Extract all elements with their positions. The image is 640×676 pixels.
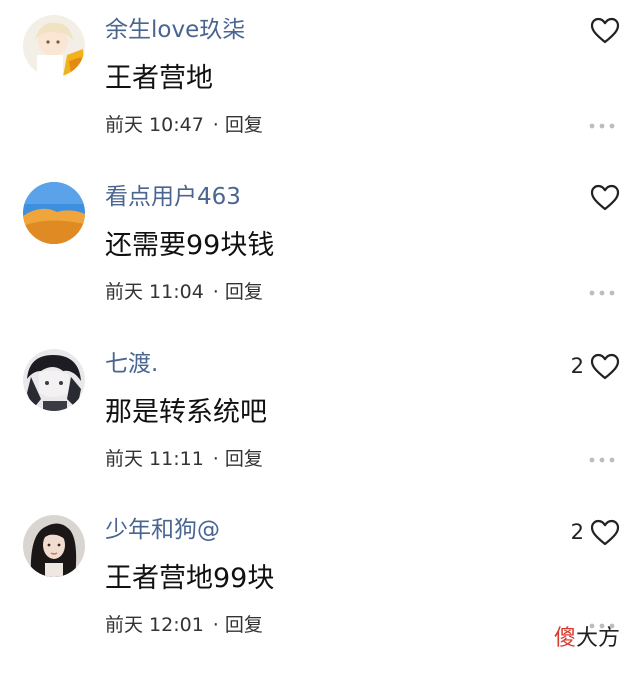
- avatar-dark-anime-icon: [23, 349, 85, 411]
- comment-text: 还需要99块钱: [105, 230, 275, 261]
- username[interactable]: 余生love玖柒: [105, 15, 245, 45]
- heart-icon: [590, 519, 620, 545]
- comment-meta: 前天 11:11 · 回复: [105, 447, 263, 471]
- avatar[interactable]: [23, 515, 85, 577]
- comment-meta: 前天 12:01 · 回复: [105, 613, 263, 637]
- like-button[interactable]: 2: [571, 351, 620, 381]
- ellipsis-icon: [589, 123, 615, 129]
- comment-meta: 前天 11:04 · 回复: [105, 280, 263, 304]
- heart-icon: [590, 353, 620, 379]
- watermark-part2: 大方: [575, 626, 620, 651]
- comment-item: 七渡. 那是转系统吧 前天 11:11 · 回复 2: [0, 349, 640, 509]
- avatar-desert-icon: [23, 182, 85, 244]
- username[interactable]: 看点用户463: [105, 182, 241, 212]
- avatar[interactable]: [23, 182, 85, 244]
- separator-dot: ·: [212, 614, 219, 636]
- comment-time: 前天 12:01: [105, 614, 204, 636]
- ellipsis-icon: [589, 457, 615, 463]
- separator-dot: ·: [212, 281, 219, 303]
- ellipsis-icon: [589, 290, 615, 296]
- comment-time: 前天 11:04: [105, 281, 204, 303]
- comment-time: 前天 10:47: [105, 114, 204, 136]
- avatar-girl-portrait-icon: [23, 515, 85, 577]
- comment-meta: 前天 10:47 · 回复: [105, 113, 263, 137]
- comment-text: 王者营地99块: [105, 563, 275, 594]
- comment-item: 看点用户463 还需要99块钱 前天 11:04 · 回复: [0, 182, 640, 342]
- like-button[interactable]: [584, 184, 620, 211]
- reply-button[interactable]: 回复: [225, 281, 263, 303]
- avatar-anime-character-icon: [23, 15, 85, 77]
- avatar[interactable]: [23, 15, 85, 77]
- more-options-button[interactable]: [588, 456, 616, 464]
- separator-dot: ·: [212, 448, 219, 470]
- like-count: 2: [570, 520, 584, 544]
- heart-icon: [590, 17, 620, 44]
- comment-time: 前天 11:11: [105, 448, 204, 470]
- like-button[interactable]: [584, 17, 620, 44]
- more-options-button[interactable]: [588, 289, 616, 297]
- comment-list: 余生love玖柒 王者营地 前天 10:47 · 回复 看点用户463 还需要9…: [0, 0, 640, 676]
- more-options-button[interactable]: [588, 122, 616, 130]
- reply-button[interactable]: 回复: [225, 614, 263, 636]
- watermark-part1: 傻: [553, 626, 576, 651]
- like-count: 2: [570, 354, 584, 378]
- avatar[interactable]: [23, 349, 85, 411]
- reply-button[interactable]: 回复: [225, 448, 263, 470]
- username[interactable]: 七渡.: [105, 349, 158, 379]
- comment-item: 少年和狗@ 王者营地99块 前天 12:01 · 回复 2: [0, 515, 640, 675]
- comment-text: 那是转系统吧: [105, 397, 267, 428]
- separator-dot: ·: [212, 114, 219, 136]
- like-button[interactable]: 2: [571, 517, 620, 547]
- comment-item: 余生love玖柒 王者营地 前天 10:47 · 回复: [0, 15, 640, 175]
- comment-text: 王者营地: [105, 63, 213, 94]
- username[interactable]: 少年和狗@: [105, 515, 220, 545]
- reply-button[interactable]: 回复: [225, 114, 263, 136]
- watermark-logo: 傻大方: [554, 620, 620, 652]
- heart-icon: [590, 184, 620, 211]
